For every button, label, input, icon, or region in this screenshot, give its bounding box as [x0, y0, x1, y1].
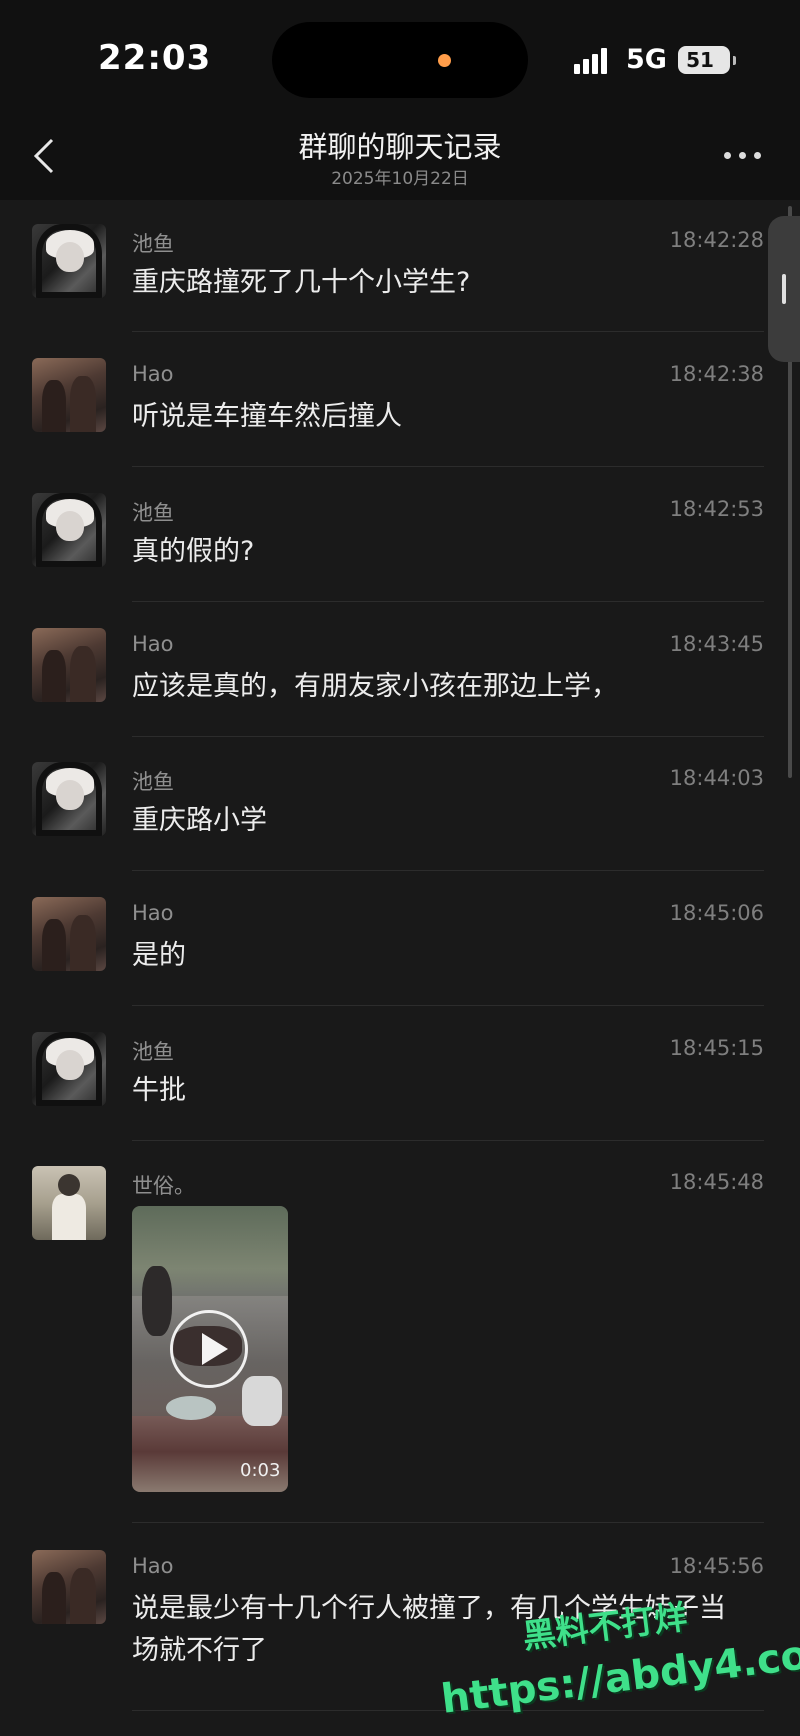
sender-name: 池鱼: [132, 501, 174, 525]
divider: [132, 601, 764, 602]
message-time: 18:42:53: [669, 497, 764, 521]
more-options-icon[interactable]: [724, 152, 764, 162]
message-text: 牛批: [132, 1075, 186, 1106]
nav-bar: 群聊的聊天记录 2025年10月22日: [0, 112, 800, 200]
avatar[interactable]: [32, 762, 106, 836]
message-time: 18:45:56: [669, 1554, 764, 1578]
page-title: 群聊的聊天记录: [298, 130, 502, 164]
sender-name: Hao: [132, 632, 174, 656]
battery-level: 51: [686, 48, 714, 72]
message-time: 18:42:28: [669, 228, 764, 252]
message-time: 18:45:15: [669, 1036, 764, 1060]
sender-name: Hao: [132, 901, 174, 925]
play-icon[interactable]: [170, 1310, 248, 1388]
divider: [132, 466, 764, 467]
message-text: 应该是真的，有朋友家小孩在那边上学，: [132, 671, 618, 702]
message-time: 18:45:48: [669, 1170, 764, 1194]
sender-name: 池鱼: [132, 232, 174, 256]
sender-name: 池鱼: [132, 1040, 174, 1064]
scroll-handle[interactable]: [768, 216, 800, 362]
video-duration: 0:03: [240, 1460, 281, 1481]
avatar[interactable]: [32, 1032, 106, 1106]
video-thumbnail[interactable]: 0:03: [132, 1206, 288, 1492]
divider: [132, 1140, 764, 1141]
avatar[interactable]: [32, 493, 106, 567]
avatar[interactable]: [32, 1550, 106, 1624]
page-date: 2025年10月22日: [331, 169, 469, 189]
message-text: 是的: [132, 940, 186, 971]
divider: [132, 736, 764, 737]
sender-name: Hao: [132, 1554, 174, 1578]
dynamic-island: [272, 22, 528, 98]
message-text: 重庆路小学: [132, 805, 267, 836]
signal-icon: [574, 48, 614, 74]
message-time: 18:44:03: [669, 766, 764, 790]
sender-name: Hao: [132, 362, 174, 386]
avatar[interactable]: [32, 897, 106, 971]
message-text: 重庆路撞死了几十个小学生?: [132, 267, 471, 298]
message-time: 18:42:38: [669, 362, 764, 386]
status-bar: 22:03 5G 51: [0, 0, 800, 112]
message-time: 18:43:45: [669, 632, 764, 656]
message-text: 真的假的?: [132, 536, 255, 567]
divider: [132, 870, 764, 871]
divider: [132, 1005, 764, 1006]
divider: [132, 331, 764, 332]
battery-icon: 51: [678, 46, 736, 74]
message-text: 听说是车撞车然后撞人: [132, 401, 402, 432]
recording-dot-icon: [438, 54, 451, 67]
status-time: 22:03: [98, 38, 212, 78]
avatar[interactable]: [32, 1166, 106, 1240]
divider: [132, 1522, 764, 1523]
chat-history-list[interactable]: 池鱼 18:42:28 重庆路撞死了几十个小学生? Hao 18:42:38 听…: [0, 200, 800, 1736]
network-type: 5G: [626, 44, 667, 75]
avatar[interactable]: [32, 628, 106, 702]
sender-name: 池鱼: [132, 770, 174, 794]
avatar[interactable]: [32, 358, 106, 432]
sender-name: 世俗。: [132, 1174, 195, 1198]
message-time: 18:45:06: [669, 901, 764, 925]
avatar[interactable]: [32, 224, 106, 298]
